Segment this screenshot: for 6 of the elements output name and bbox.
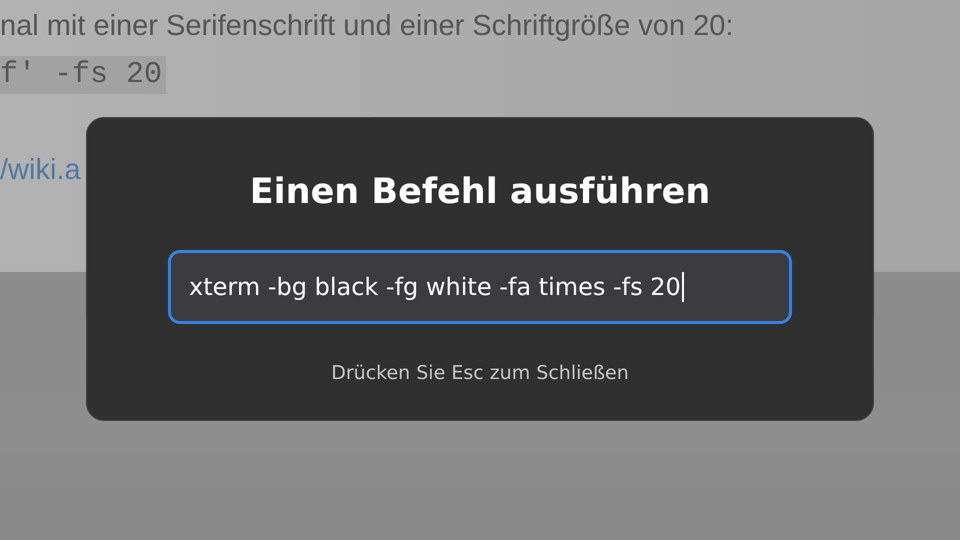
text-cursor-icon: [682, 272, 684, 302]
paragraph-text: nal mit einer Serifenschrift und einer Schriftgröße von 20:: [0, 9, 734, 44]
command-field[interactable]: xterm -bg black -fg white -fa times -fs 20: [168, 250, 792, 324]
dialog-title: Einen Befehl ausführen: [250, 171, 710, 214]
code-snippet: f' -fs 20: [0, 56, 166, 94]
hint-text: Drücken Sie Esc zum Schließen: [331, 362, 629, 384]
